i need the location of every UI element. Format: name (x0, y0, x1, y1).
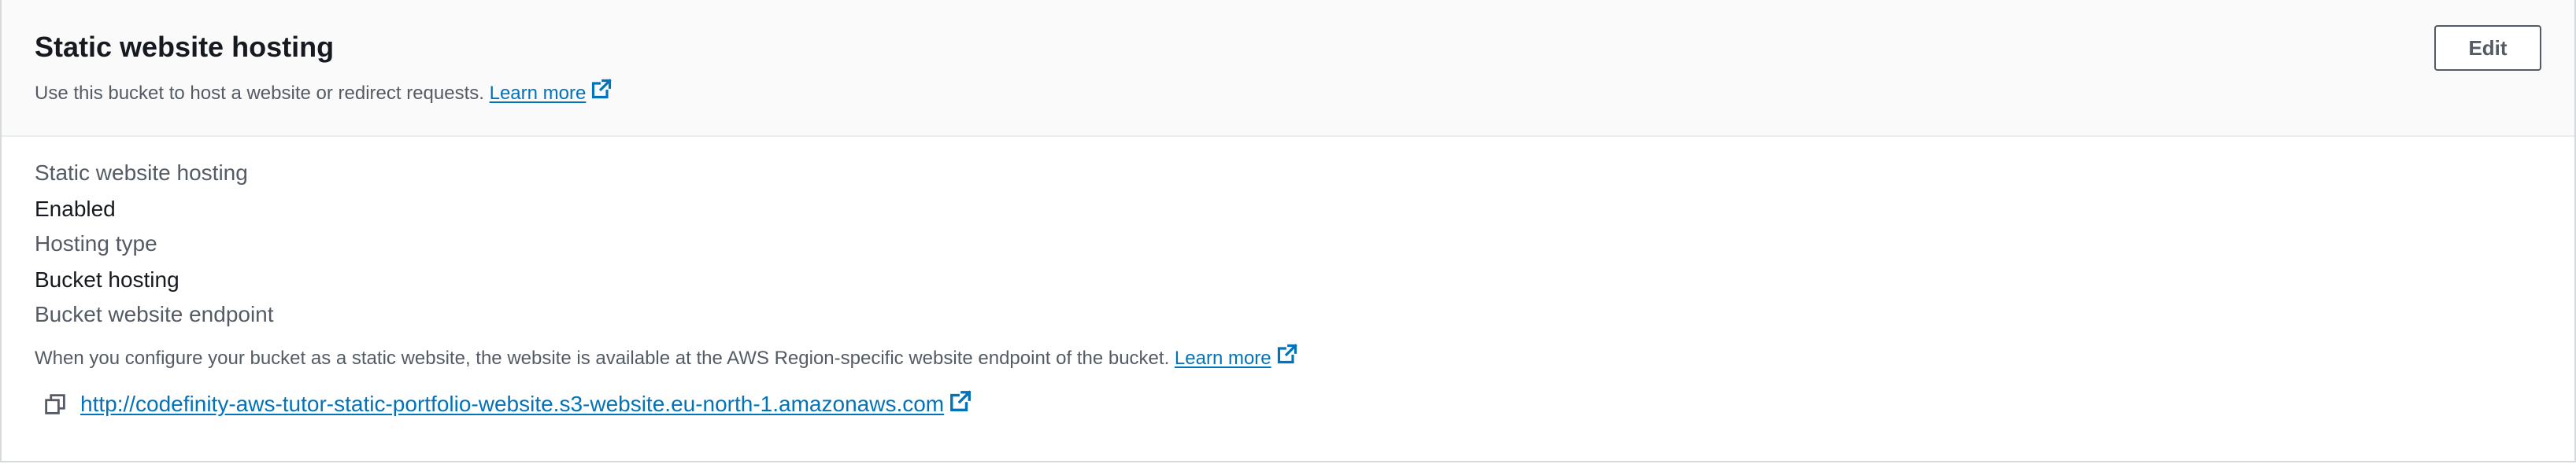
static-website-hosting-panel: Static website hosting Use this bucket t… (0, 0, 2576, 462)
panel-description: Use this bucket to host a website or red… (35, 79, 613, 109)
panel-header: Static website hosting Use this bucket t… (2, 0, 2574, 137)
endpoint-help: When you configure your bucket as a stat… (35, 344, 1298, 374)
external-link-icon[interactable] (1276, 343, 1298, 372)
endpoint-url-link[interactable]: http://codefinity-aws-tutor-static-portf… (80, 390, 944, 418)
hosting-type-value: Bucket hosting (35, 267, 180, 292)
panel-title: Static website hosting (35, 31, 335, 63)
hosting-value: Enabled (35, 197, 116, 221)
endpoint-row: http://codefinity-aws-tutor-static-portf… (44, 389, 972, 420)
learn-more-link[interactable]: Learn more (490, 83, 587, 104)
external-link-icon[interactable] (590, 78, 613, 107)
edit-button[interactable]: Edit (2434, 25, 2541, 71)
hosting-type-label: Hosting type (35, 231, 157, 256)
description-text: Use this bucket to host a website or red… (35, 82, 484, 104)
endpoint-label: Bucket website endpoint (35, 302, 274, 326)
copy-icon[interactable] (44, 393, 66, 415)
endpoint-help-text: When you configure your bucket as a stat… (35, 347, 1170, 369)
endpoint-learn-more-link[interactable]: Learn more (1175, 348, 1271, 369)
hosting-label: Static website hosting (35, 160, 248, 185)
external-link-icon[interactable] (949, 389, 972, 417)
